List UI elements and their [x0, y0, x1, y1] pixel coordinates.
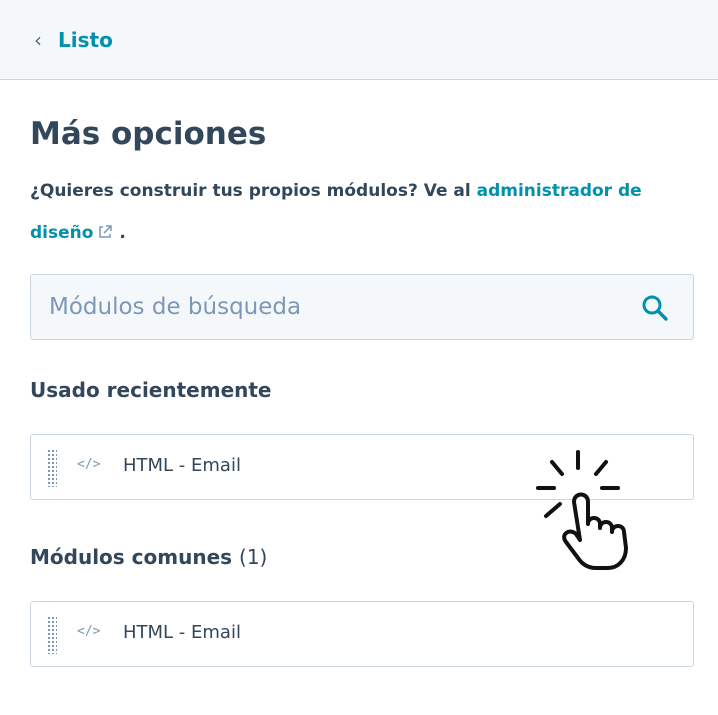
module-label: HTML - Email	[123, 622, 241, 643]
pointer-hand-click-icon	[536, 450, 628, 570]
intro-text: ¿Quieres construir tus propios módulos? …	[30, 170, 690, 254]
code-icon: </>	[77, 624, 101, 639]
external-link-icon	[99, 225, 113, 238]
recent-heading: Usado recientemente	[30, 378, 272, 402]
chevron-left-icon: ‹	[34, 28, 42, 52]
search-box	[30, 274, 694, 340]
top-bar: ‹ Listo	[0, 0, 718, 80]
back-label: Listo	[58, 28, 113, 52]
module-item[interactable]: </> HTML - Email	[30, 601, 694, 667]
common-heading-label: Módulos comunes	[30, 545, 233, 569]
search-icon[interactable]	[641, 294, 669, 322]
back-button[interactable]: ‹ Listo	[34, 26, 113, 54]
common-heading: Módulos comunes (1)	[30, 545, 267, 569]
drag-handle-icon[interactable]	[47, 616, 57, 654]
drag-handle-icon[interactable]	[47, 449, 57, 487]
intro-prefix: ¿Quieres construir tus propios módulos? …	[30, 181, 477, 201]
common-count: (1)	[239, 545, 268, 569]
module-label: HTML - Email	[123, 455, 241, 476]
search-input[interactable]	[31, 275, 631, 339]
intro-suffix: .	[113, 223, 126, 243]
panel-title: Más opciones	[30, 116, 267, 152]
code-icon: </>	[77, 457, 101, 472]
